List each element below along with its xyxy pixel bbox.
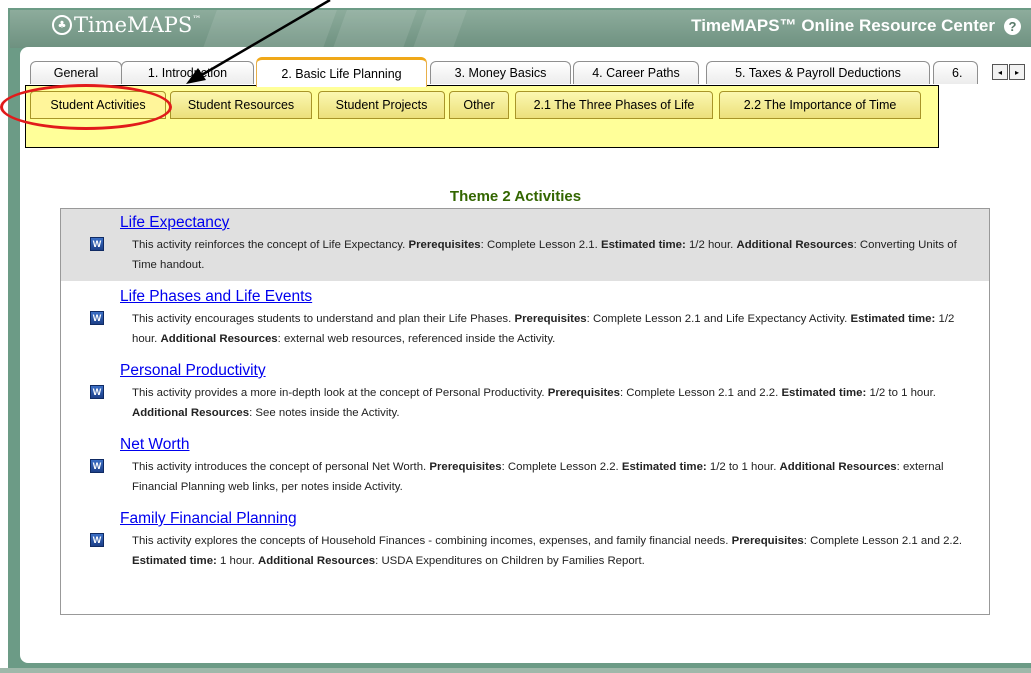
subtab-2[interactable]: Student Resources: [170, 91, 312, 119]
estimated-time-label: Estimated time:: [621, 461, 707, 473]
estimated-time-label: Estimated time:: [600, 239, 686, 251]
estimated-time-value: 1/2 to 1 hour.: [709, 461, 777, 473]
description-text: This activity reinforces the concept of …: [132, 239, 406, 251]
activity-description: This activity provides a more in-depth l…: [132, 383, 972, 423]
activity-row[interactable]: Family Financial Planning W This activity …: [61, 505, 989, 577]
additional-resources-label: Additional Resources: [258, 555, 376, 567]
word-document-icon[interactable]: W: [90, 459, 104, 473]
help-icon[interactable]: ?: [1004, 18, 1021, 35]
subtab-3[interactable]: Student Projects: [318, 91, 445, 119]
estimated-time-label: Estimated time:: [850, 313, 936, 325]
additional-resources-value: : USDA Expenditures on Children by Famil…: [375, 555, 645, 567]
activity-row[interactable]: Life Phases and Life Events W This activit…: [61, 283, 989, 355]
estimated-time-value: 1/2 to 1 hour.: [869, 387, 936, 399]
main-tab-5[interactable]: 4. Career Paths: [573, 61, 699, 84]
word-document-icon[interactable]: W: [90, 237, 104, 251]
activity-title-link[interactable]: Life Phases and Life Events: [120, 288, 312, 306]
site-title: TimeMAPS™ Online Resource Center: [691, 16, 995, 35]
estimated-time-value: 1/2 hour.: [688, 239, 734, 251]
additional-resources-value: : See notes inside the Activity.: [249, 407, 400, 419]
activity-title-link[interactable]: Net Worth: [120, 436, 190, 454]
additional-resources-label: Additional Resources: [160, 333, 278, 345]
additional-resources-label: Additional Resources: [779, 461, 897, 473]
word-document-icon[interactable]: W: [90, 533, 104, 547]
logo-text: TimeMAPS: [74, 13, 193, 37]
activity-row[interactable]: Net Worth W This activity introduces the c…: [61, 431, 989, 503]
prerequisites-label: Prerequisites: [408, 239, 481, 251]
activity-row[interactable]: Life Expectancy W This activity reinforces…: [61, 209, 989, 281]
main-tab-1[interactable]: General: [30, 61, 122, 84]
prerequisites-value: : Complete Lesson 2.2.: [501, 461, 619, 473]
estimated-time-label: Estimated time:: [132, 555, 217, 567]
activity-description: This activity reinforces the concept of …: [132, 235, 972, 275]
section-title: Theme 2 Activities: [449, 188, 582, 205]
main-tab-4[interactable]: 3. Money Basics: [430, 61, 571, 84]
subtab-5[interactable]: 2.1 The Three Phases of Life: [515, 91, 713, 119]
activity-description: This activity encourages students to und…: [132, 309, 972, 349]
additional-resources-label: Additional Resources: [736, 239, 854, 251]
main-tab-3[interactable]: 2. Basic Life Planning: [256, 57, 427, 87]
description-text: This activity encourages students to und…: [132, 313, 512, 325]
activity-description: This activity explores the concepts of H…: [132, 531, 972, 571]
activity-title-link[interactable]: Life Expectancy: [120, 214, 229, 232]
description-text: This activity explores the concepts of H…: [132, 535, 729, 547]
word-document-icon[interactable]: W: [90, 385, 104, 399]
description-text: This activity provides a more in-depth l…: [132, 387, 545, 399]
activity-list: Life Expectancy W This activity reinforces…: [60, 208, 990, 615]
description-text: This activity introduces the concept of …: [132, 461, 427, 473]
logo-trademark: ™: [192, 15, 202, 25]
prerequisites-label: Prerequisites: [547, 387, 620, 399]
prerequisites-label: Prerequisites: [429, 461, 502, 473]
bottom-divider: [0, 668, 1031, 673]
additional-resources-label: Additional Resources: [132, 407, 250, 419]
activity-row[interactable]: Personal Productivity W This activity prov…: [61, 357, 989, 429]
subtab-4[interactable]: Other: [449, 91, 509, 119]
prerequisites-label: Prerequisites: [514, 313, 587, 325]
prerequisites-value: : Complete Lesson 2.1.: [480, 239, 598, 251]
tab-scroll-left-icon[interactable]: ◂: [992, 64, 1008, 80]
subtab-1[interactable]: Student Activities: [30, 91, 166, 119]
activity-description: This activity introduces the concept of …: [132, 457, 972, 497]
main-tab-6[interactable]: 5. Taxes & Payroll Deductions: [706, 61, 930, 84]
estimated-time-label: Estimated time:: [781, 387, 867, 399]
tab-scroll-controls: ◂ ▸: [992, 64, 1026, 80]
tab-scroll-right-icon[interactable]: ▸: [1009, 64, 1025, 80]
activity-title-link[interactable]: Family Financial Planning: [120, 510, 297, 528]
additional-resources-value: : external web resources, referenced ins…: [277, 333, 556, 345]
logo-emblem-icon: ♣: [52, 15, 72, 35]
estimated-time-value: 1 hour.: [220, 555, 255, 567]
timemaps-logo[interactable]: ♣ TimeMAPS ™: [52, 12, 201, 38]
activity-title-link[interactable]: Personal Productivity: [120, 362, 266, 380]
prerequisites-label: Prerequisites: [731, 535, 804, 547]
main-tab-7[interactable]: 6.: [933, 61, 978, 84]
main-tab-2[interactable]: 1. Introduction: [121, 61, 254, 84]
word-document-icon[interactable]: W: [90, 311, 104, 325]
subtab-6[interactable]: 2.2 The Importance of Time: [719, 91, 921, 119]
prerequisites-value: : Complete Lesson 2.1 and 2.2.: [619, 387, 779, 399]
prerequisites-value: : Complete Lesson 2.1 and Life Expectanc…: [586, 313, 848, 325]
prerequisites-value: : Complete Lesson 2.1 and 2.2.: [803, 535, 963, 547]
